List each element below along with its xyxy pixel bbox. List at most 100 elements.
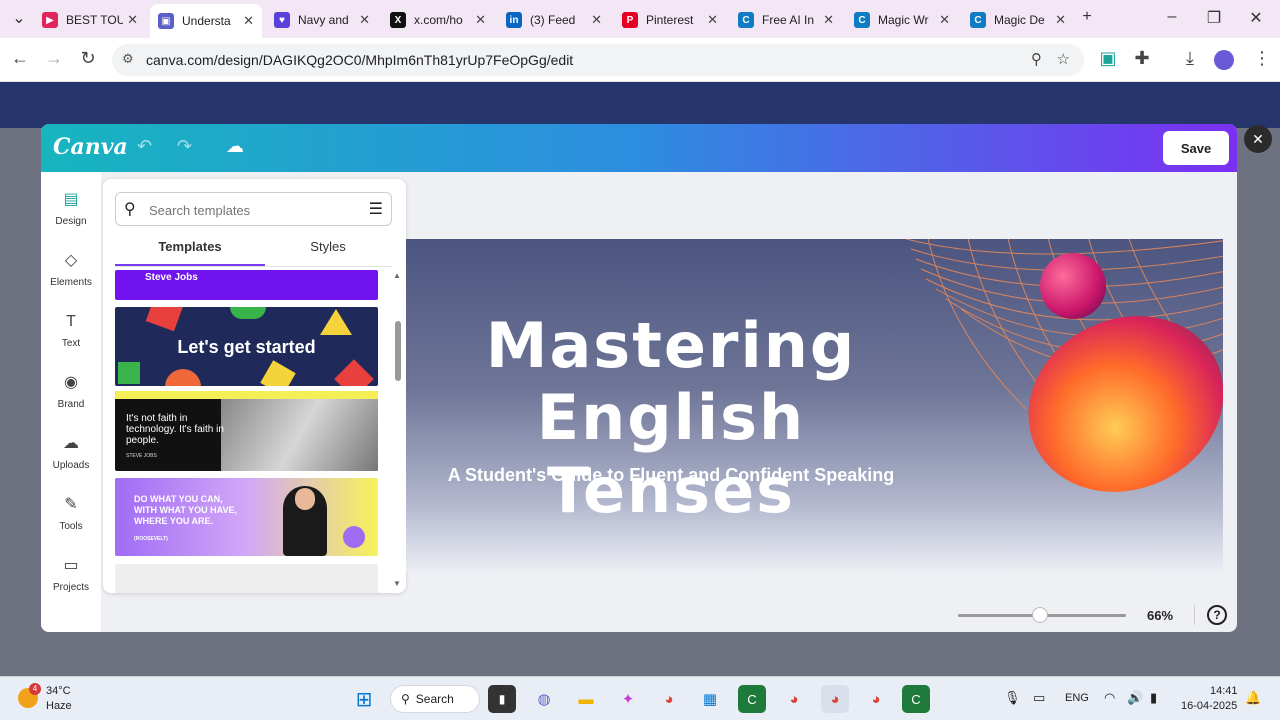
tab-close-icon[interactable]: ✕ — [823, 12, 834, 28]
close-modal-button[interactable]: ✕ — [1244, 125, 1272, 153]
tab-label: Magic Wr — [878, 13, 929, 27]
redo-icon[interactable]: ↷ — [177, 136, 192, 157]
rail-item-label: Brand — [57, 399, 85, 410]
design-canvas[interactable]: Mastering English Tenses A Student's Gui… — [406, 239, 1223, 572]
rail-item-projects[interactable]: ▭ Projects — [41, 554, 101, 593]
extension-canva-icon[interactable]: ▣ — [1096, 48, 1120, 69]
url-box[interactable]: ⚙ canva.com/design/DAGIKQg2OC0/MhpIm6nTh… — [112, 44, 1084, 76]
copilot-icon[interactable]: ✦ — [614, 685, 642, 713]
shape-red-diamond — [334, 359, 374, 386]
clock-date[interactable]: 16-04-2025 — [1181, 700, 1237, 712]
profile-avatar[interactable] — [1214, 50, 1234, 70]
task-view-icon[interactable]: ▮ — [488, 685, 516, 713]
taskbar-search[interactable]: ⚲ Search — [390, 685, 480, 713]
tab-styles[interactable]: Styles — [253, 234, 403, 266]
browser-tab[interactable]: ♥ Navy and ✕ — [266, 6, 378, 34]
tab-close-icon[interactable]: ✕ — [475, 12, 486, 28]
scroll-up-icon[interactable]: ▲ — [393, 271, 401, 280]
zoom-level[interactable]: 66% — [1147, 608, 1173, 623]
scroll-thumb[interactable] — [395, 321, 401, 381]
elements-icon: ◇ — [64, 252, 78, 269]
store-icon[interactable]: ▦ — [696, 685, 724, 713]
rail-item-brand[interactable]: ◉ Brand — [41, 371, 101, 410]
chrome-icon[interactable]: ◕ — [655, 685, 683, 713]
panel-scrollbar[interactable]: ▲ ▼ — [393, 271, 403, 591]
tab-favicon-icon: C — [738, 12, 754, 28]
forward-icon[interactable]: → — [42, 48, 66, 69]
cloud-saved-icon[interactable]: ☁ — [226, 136, 244, 157]
tab-favicon-icon: ♥ — [274, 12, 290, 28]
bookmark-star-icon[interactable]: ☆ — [1057, 50, 1070, 68]
file-explorer-icon[interactable]: ▬ — [572, 685, 600, 713]
search-input[interactable] — [149, 200, 359, 220]
browser-tab[interactable]: C Free AI In ✕ — [730, 6, 842, 34]
template-do-what-you-can[interactable]: DO WHAT YOU CAN, WITH WHAT YOU HAVE, WHE… — [115, 478, 378, 556]
shape-orange-circle — [165, 369, 201, 386]
template-faith-in-people[interactable]: It's not faith in technology. It's faith… — [115, 391, 378, 471]
new-tab-button[interactable]: + — [1072, 8, 1102, 26]
camtasia-icon[interactable]: C — [738, 685, 766, 713]
rail-item-design[interactable]: ▤ Design — [41, 188, 101, 227]
battery-icon[interactable]: ▮ — [1150, 690, 1157, 706]
browser-tab[interactable]: C Magic Wr ✕ — [846, 6, 958, 34]
teams-icon[interactable]: ◍ — [530, 685, 558, 713]
zoom-slider-knob[interactable] — [1031, 607, 1048, 623]
tab-close-icon[interactable]: ✕ — [359, 12, 370, 28]
window-close-icon[interactable]: ✕ — [1241, 8, 1271, 28]
battery-saver-icon[interactable]: ▭ — [1033, 690, 1045, 706]
camtasia-recorder-icon[interactable]: C — [902, 685, 930, 713]
template-steve-jobs-purple[interactable]: Steve Jobs — [115, 270, 378, 300]
design-title-line1[interactable]: Mastering — [406, 309, 936, 382]
rail-item-uploads[interactable]: ☁ Uploads — [41, 432, 101, 471]
tab-close-icon[interactable]: ✕ — [939, 12, 950, 28]
browser-tab[interactable]: C Magic De ✕ — [962, 6, 1074, 34]
clock-time[interactable]: 14:41 — [1210, 685, 1238, 697]
browser-menu-icon[interactable]: ⋮ — [1250, 48, 1274, 69]
browser-tab[interactable]: ▶ BEST TOU ✕ — [34, 6, 146, 34]
rail-item-elements[interactable]: ◇ Elements — [41, 249, 101, 288]
tab-label: Pinterest — [646, 13, 694, 27]
chrome-profile2-icon[interactable]: ◕ — [862, 685, 890, 713]
volume-icon[interactable]: 🔊 — [1127, 690, 1143, 706]
chrome-profile-icon[interactable]: ◕ — [780, 685, 808, 713]
reload-icon[interactable]: ↻ — [76, 48, 100, 69]
tab-close-icon[interactable]: ✕ — [127, 12, 138, 28]
tab-search-chevron-icon[interactable]: ⌄ — [4, 8, 34, 28]
notification-bell-icon[interactable]: 🔔 — [1245, 690, 1261, 706]
language-indicator[interactable]: ENG — [1065, 692, 1089, 704]
weather-temperature[interactable]: 34°C — [46, 685, 71, 697]
browser-tab[interactable]: Xx.com/ho ✕ — [382, 6, 494, 34]
template-lets-get-started[interactable]: Let's get started — [115, 307, 378, 386]
tab-close-icon[interactable]: ✕ — [591, 12, 602, 28]
design-title-line2[interactable]: English Tenses — [406, 381, 936, 527]
microphone-icon[interactable]: 🎙 — [1004, 690, 1021, 706]
start-windows-icon[interactable]: ⊞ — [350, 685, 378, 713]
tab-close-icon[interactable]: ✕ — [1055, 12, 1066, 28]
site-info-icon[interactable]: ⚙ — [122, 51, 134, 67]
tab-templates[interactable]: Templates — [115, 234, 265, 266]
minimize-icon[interactable]: – — [1157, 8, 1187, 26]
extensions-puzzle-icon[interactable]: ✚ — [1130, 48, 1154, 69]
help-button[interactable]: ? — [1207, 605, 1227, 625]
scroll-down-icon[interactable]: ▼ — [393, 579, 401, 588]
filter-icon[interactable]: ☰ — [369, 199, 383, 219]
template-loading-placeholder[interactable] — [115, 564, 378, 593]
tab-close-icon[interactable]: ✕ — [707, 12, 718, 28]
restore-icon[interactable]: ❐ — [1199, 8, 1229, 28]
save-button[interactable]: Save — [1163, 131, 1229, 165]
wifi-icon[interactable]: ◠ — [1104, 690, 1115, 706]
download-icon[interactable]: ⤓ — [1178, 48, 1202, 69]
browser-tab[interactable]: P Pinterest ✕ — [614, 6, 726, 34]
undo-icon[interactable]: ↶ — [137, 136, 152, 157]
tab-close-icon[interactable]: ✕ — [243, 13, 254, 29]
zoom-page-icon[interactable]: ⚲ — [1031, 50, 1042, 68]
design-subtitle[interactable]: A Student's Guide to Fluent and Confiden… — [406, 465, 936, 486]
rail-item-text[interactable]: T Text — [41, 310, 101, 349]
back-icon[interactable]: ← — [8, 48, 32, 69]
template-search[interactable]: ⚲ ☰ — [115, 192, 392, 226]
rail-item-tools[interactable]: ✎ Tools — [41, 493, 101, 532]
browser-tab[interactable]: ▣ Understa ✕ — [150, 4, 262, 38]
chrome-active-icon[interactable]: ◕ — [821, 685, 849, 713]
weather-description[interactable]: Haze — [46, 700, 72, 712]
browser-tab[interactable]: in (3) Feed ✕ — [498, 6, 610, 34]
